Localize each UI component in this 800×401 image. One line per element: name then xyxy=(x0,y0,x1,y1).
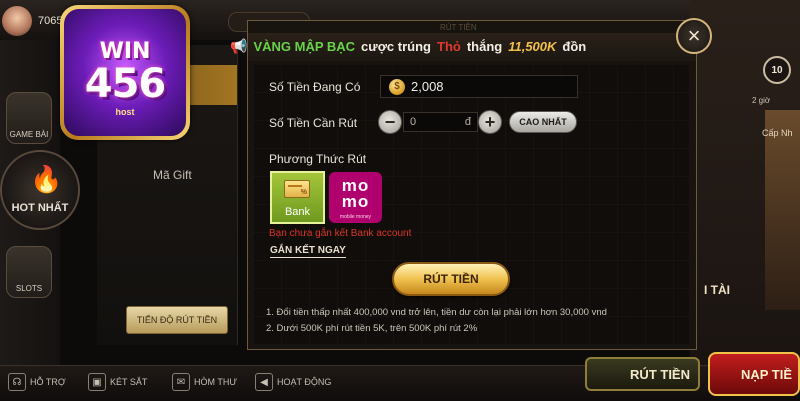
amount-label: Số Tiền Cần Rút xyxy=(269,116,358,130)
mail-icon: ✉ xyxy=(172,373,190,391)
megaphone-icon: 📢 xyxy=(230,38,248,54)
momo-method-option[interactable]: mo mo mobile money xyxy=(329,172,382,223)
close-icon: × xyxy=(687,23,701,48)
balance-field: $ 2,008 xyxy=(380,75,578,98)
hot-nhat-button[interactable]: 🔥 HOT NHẤT xyxy=(0,150,80,230)
safe-button[interactable]: ▣ KÉT SẮT xyxy=(88,373,147,391)
balance-value: 2,008 xyxy=(411,79,444,94)
level-badge: 10 xyxy=(763,56,791,84)
hot-nhat-label: HOT NHẤT xyxy=(11,202,69,214)
player-avatar[interactable] xyxy=(2,6,32,36)
megaphone-icon: ◀ xyxy=(255,373,273,391)
bank-card-icon xyxy=(284,180,310,198)
news-ticker: 📢 VÀNG MẬP BẠC cược trúng Thỏ thắng 11,5… xyxy=(230,38,586,55)
news-middle: cược trúng xyxy=(361,39,431,54)
side-tab-gift-code[interactable]: Mã Gift xyxy=(97,155,237,195)
balance-label: Số Tiền Đang Có xyxy=(269,80,361,94)
withdraw-submit-button[interactable]: RÚT TIỀN xyxy=(392,262,510,296)
note-1: 1. Đổi tiền thấp nhất 400,000 vnd trở lê… xyxy=(266,307,607,318)
logo-inner: WIN 456 host xyxy=(64,9,186,136)
news-amount: 11,500K xyxy=(508,39,557,54)
activity-label: HOẠT ĐỘNG xyxy=(277,377,332,387)
flame-icon: 🔥 xyxy=(30,164,63,194)
modal-title: RÚT TIỀN xyxy=(440,23,477,32)
minus-icon: − xyxy=(384,112,396,132)
plus-icon: + xyxy=(484,112,496,132)
win456-logo: WIN 456 host xyxy=(60,5,190,140)
mailbox-button[interactable]: ✉ HÒM THƯ xyxy=(172,373,237,391)
activity-button[interactable]: ◀ HOẠT ĐỘNG xyxy=(255,373,331,391)
headset-icon: ☊ xyxy=(8,373,26,391)
support-label: HỖ TRỢ xyxy=(30,377,66,387)
news-unit: đồn xyxy=(562,39,587,54)
right-game-card[interactable] xyxy=(765,110,800,310)
coin-icon: $ xyxy=(389,78,405,95)
link-bank-now-link[interactable]: GẮN KẾT NGAY xyxy=(270,245,346,258)
rail-game-bai-button[interactable]: GAME BÀI xyxy=(6,92,52,144)
level-up-label: Cấp Nh xyxy=(762,128,793,138)
withdraw-progress-button[interactable]: TIẾN ĐỘ RÚT TIỀN xyxy=(126,306,228,334)
timer-hint: 2 giờ xyxy=(752,96,771,105)
logo-host-text: host xyxy=(115,107,135,117)
player-id: 7065 xyxy=(38,15,63,27)
news-game: Thỏ xyxy=(437,39,461,54)
bottom-withdraw-button[interactable]: RÚT TIỀN xyxy=(585,357,700,391)
momo-subtitle: mobile money xyxy=(339,214,372,220)
currency-label: đ xyxy=(464,116,471,128)
news-prefix: VÀNG MẬP BẠC xyxy=(253,39,356,54)
bank-warning-text: Bạn chưa gắn kết Bank account xyxy=(269,228,412,239)
decrease-amount-button[interactable]: − xyxy=(378,110,402,134)
bottom-deposit-button[interactable]: NẠP TIỀ xyxy=(708,352,800,396)
safe-icon: ▣ xyxy=(88,373,106,391)
safe-label: KÉT SẮT xyxy=(110,377,148,387)
support-button[interactable]: ☊ HỖ TRỢ xyxy=(8,373,66,391)
increase-amount-button[interactable]: + xyxy=(478,110,502,134)
method-label: Phương Thức Rút xyxy=(269,152,367,166)
amount-value: 0 xyxy=(410,116,417,128)
tai-label: I TÀI xyxy=(704,283,730,297)
news-suffix: thắng xyxy=(466,39,503,54)
bank-method-option[interactable]: Bank xyxy=(270,171,325,224)
mailbox-label: HÒM THƯ xyxy=(194,377,238,387)
close-button[interactable]: × xyxy=(676,18,712,54)
note-2: 2. Dưới 500K phí rút tiền 5K, trên 500K … xyxy=(266,323,478,334)
max-amount-button[interactable]: CAO NHẤT xyxy=(509,111,577,133)
bank-label: Bank xyxy=(284,206,311,218)
rail-slots-button[interactable]: SLOTS xyxy=(6,246,52,298)
logo-number: 456 xyxy=(84,61,167,107)
momo-logo-bottom: mo xyxy=(341,192,370,211)
amount-input[interactable]: 0 đ xyxy=(403,112,478,132)
